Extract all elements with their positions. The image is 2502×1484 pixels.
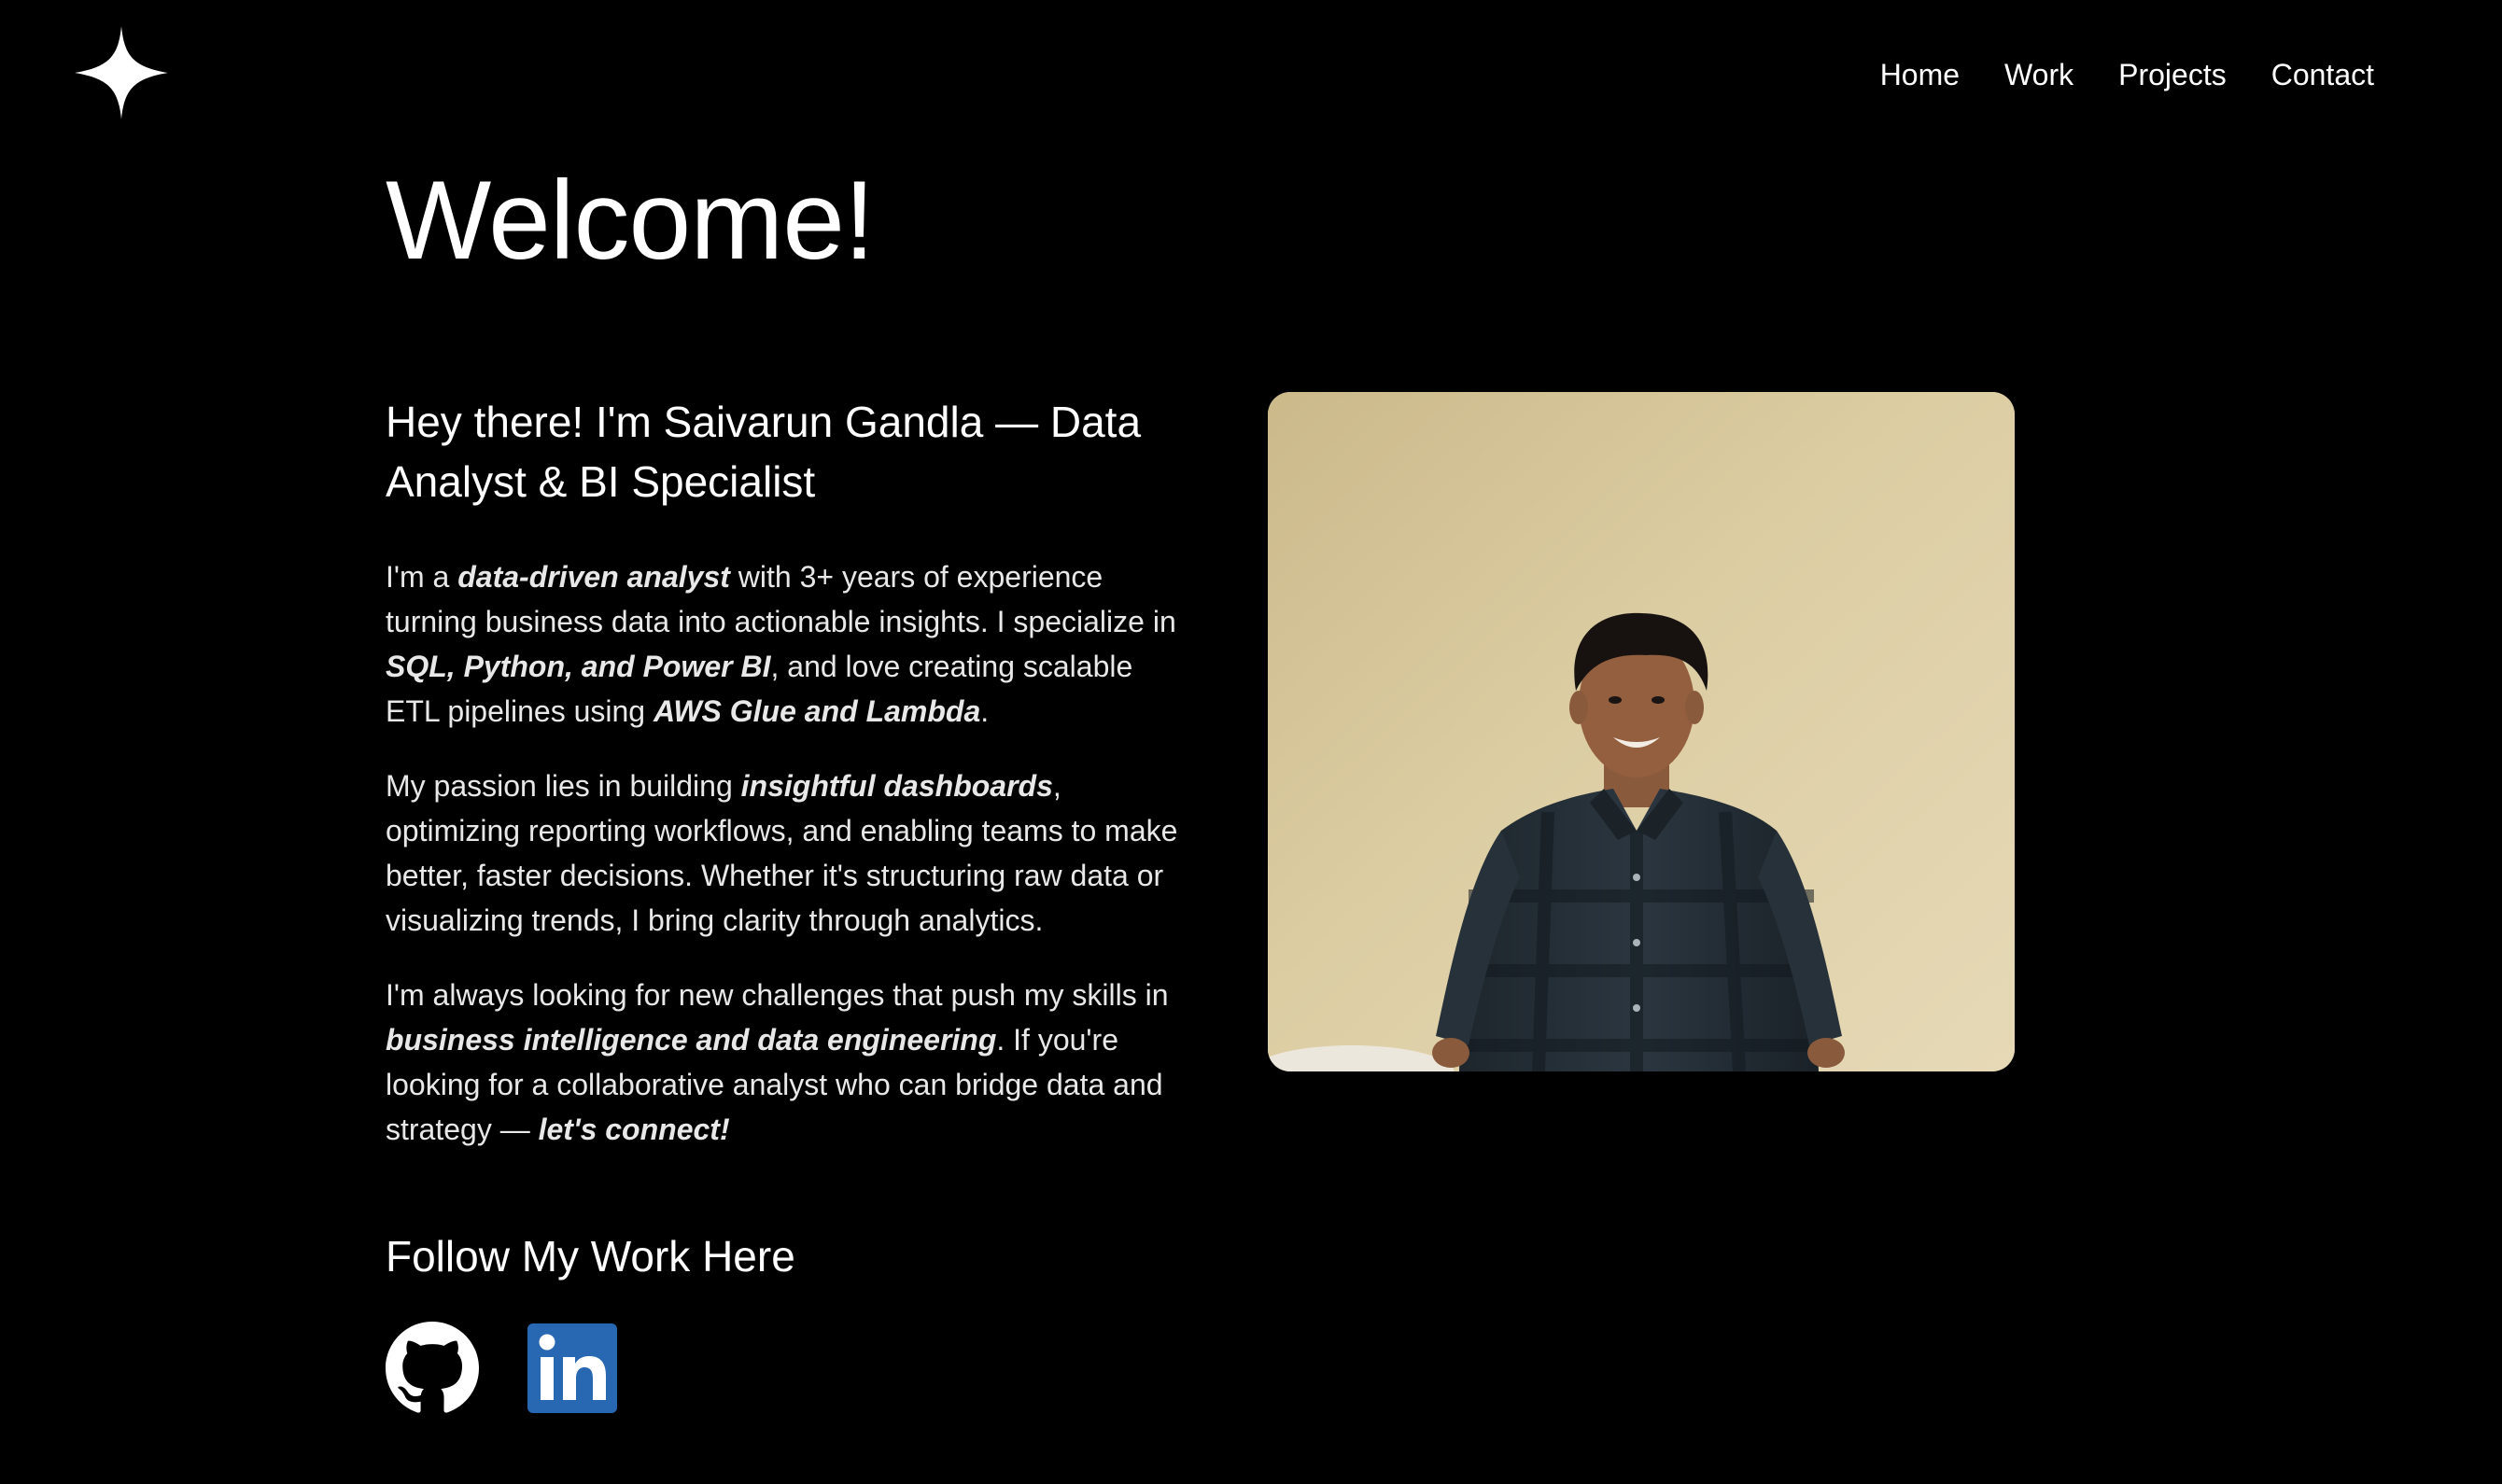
text: .: [980, 694, 990, 728]
profile-photo: [1268, 392, 2015, 1071]
emphasis: let's connect!: [538, 1113, 730, 1146]
nav-work[interactable]: Work: [2004, 54, 2073, 95]
top-nav: Home Work Projects Contact: [1835, 54, 2374, 95]
intro-paragraph-2: My passion lies in building insightful d…: [386, 763, 1179, 943]
emphasis: insightful dashboards: [740, 769, 1053, 803]
nav-projects[interactable]: Projects: [2118, 54, 2227, 95]
github-icon[interactable]: [386, 1322, 479, 1415]
intro-heading: Hey there! I'm Saivarun Gandla — Data An…: [386, 398, 1142, 506]
emphasis: data-driven analyst: [457, 560, 730, 594]
linkedin-icon[interactable]: [526, 1322, 619, 1415]
logo-star-icon[interactable]: [73, 24, 170, 121]
text: I'm a: [386, 560, 458, 594]
intro-paragraph-3: I'm always looking for new challenges th…: [386, 973, 1179, 1152]
nav-contact[interactable]: Contact: [2271, 54, 2374, 95]
social-links: [386, 1322, 1179, 1415]
follow-heading: Follow My Work Here: [386, 1232, 795, 1281]
nav-home[interactable]: Home: [1880, 54, 1960, 95]
intro-section: Hey there! I'm Saivarun Gandla — Data An…: [386, 392, 1179, 1415]
emphasis: SQL, Python, and Power BI: [386, 650, 771, 683]
page-title: Welcome!: [386, 158, 875, 283]
emphasis: business intelligence and data engineeri…: [386, 1023, 997, 1057]
intro-paragraph-1: I'm a data-driven analyst with 3+ years …: [386, 554, 1179, 734]
text: My passion lies in building: [386, 769, 741, 803]
text: I'm always looking for new challenges th…: [386, 978, 1169, 1012]
emphasis: AWS Glue and Lambda: [653, 694, 981, 728]
page: Home Work Projects Contact Welcome! Hey …: [0, 0, 2502, 1484]
